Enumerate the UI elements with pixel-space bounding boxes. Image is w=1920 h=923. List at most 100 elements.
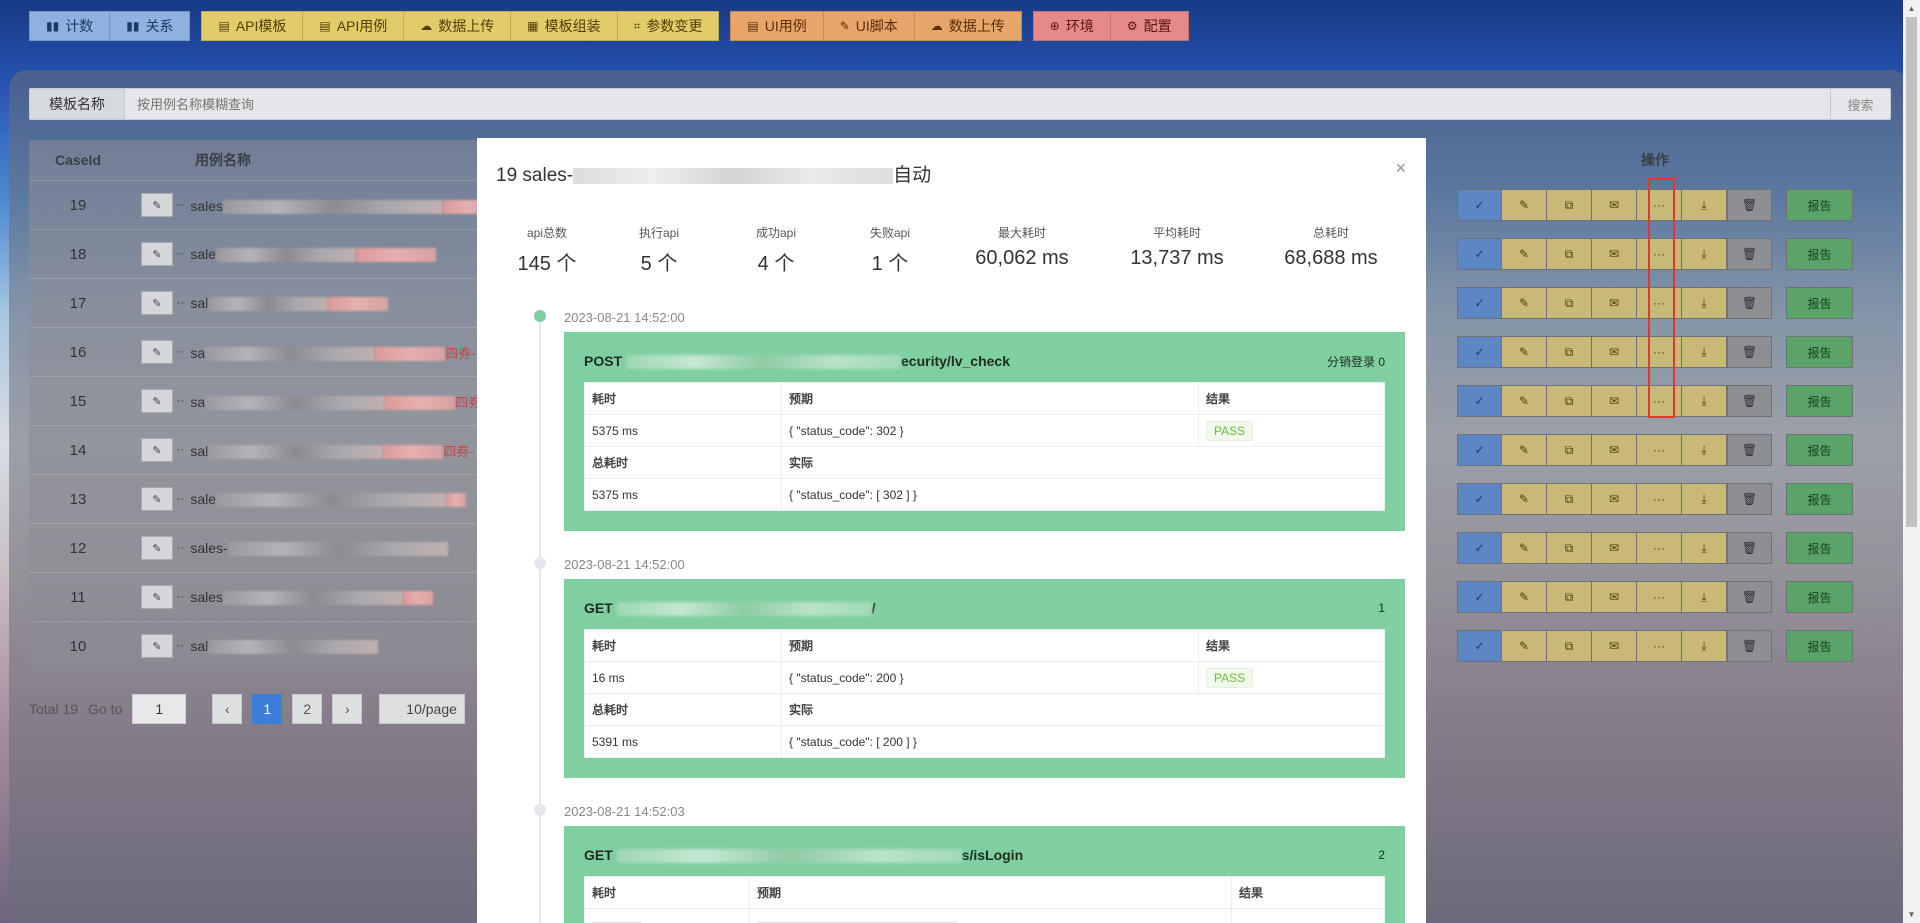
- edit-icon[interactable]: ✎: [141, 585, 173, 609]
- download-icon[interactable]: ⤓: [1682, 385, 1727, 417]
- report-button[interactable]: 报告: [1786, 189, 1853, 221]
- download-icon[interactable]: ⤓: [1682, 336, 1727, 368]
- download-icon[interactable]: ⤓: [1682, 483, 1727, 515]
- check-circle-icon[interactable]: ✓: [1457, 581, 1502, 613]
- report-button[interactable]: 报告: [1786, 385, 1853, 417]
- report-button[interactable]: 报告: [1786, 630, 1853, 662]
- case-name[interactable]: sal: [190, 638, 379, 655]
- copy-icon[interactable]: ⧉: [1547, 483, 1592, 515]
- message-icon[interactable]: ✉: [1592, 483, 1637, 515]
- edit-icon[interactable]: ✎: [1502, 238, 1547, 270]
- edit-icon[interactable]: ✎: [141, 487, 173, 511]
- scroll-down-icon[interactable]: ▼: [1903, 906, 1920, 923]
- more-icon[interactable]: ···: [1637, 434, 1682, 466]
- nav-relation-button[interactable]: ▮▮ 关系: [109, 11, 191, 41]
- check-circle-icon[interactable]: ✓: [1457, 238, 1502, 270]
- message-icon[interactable]: ✉: [1592, 189, 1637, 221]
- edit-icon[interactable]: ✎: [141, 193, 173, 217]
- download-icon[interactable]: ⤓: [1682, 581, 1727, 613]
- check-circle-icon[interactable]: ✓: [1457, 630, 1502, 662]
- delete-icon[interactable]: 🗑: [1727, 630, 1772, 662]
- case-name[interactable]: sa 四券-: [190, 343, 475, 362]
- delete-icon[interactable]: 🗑: [1727, 581, 1772, 613]
- pager-prev-button[interactable]: ‹: [212, 694, 243, 724]
- download-icon[interactable]: ⤓: [1682, 532, 1727, 564]
- message-icon[interactable]: ✉: [1592, 287, 1637, 319]
- check-circle-icon[interactable]: ✓: [1457, 532, 1502, 564]
- case-name[interactable]: sales、CD: [190, 196, 525, 215]
- edit-icon[interactable]: ✎: [1502, 434, 1547, 466]
- delete-icon[interactable]: 🗑: [1727, 238, 1772, 270]
- report-button[interactable]: 报告: [1786, 336, 1853, 368]
- close-icon[interactable]: ×: [1395, 158, 1406, 179]
- message-icon[interactable]: ✉: [1592, 385, 1637, 417]
- edit-icon[interactable]: ✎: [141, 340, 173, 364]
- copy-icon[interactable]: ⧉: [1547, 630, 1592, 662]
- edit-icon[interactable]: ✎: [141, 536, 173, 560]
- edit-icon[interactable]: ✎: [141, 634, 173, 658]
- scroll-thumb[interactable]: [1906, 17, 1917, 527]
- check-circle-icon[interactable]: ✓: [1457, 287, 1502, 319]
- nav-api-case-button[interactable]: ▤ API用例: [302, 11, 404, 41]
- nav-param-change-button[interactable]: ⌗ 参数变更: [616, 11, 720, 41]
- nav-template-assemble-button[interactable]: ▦ 模板组装: [510, 11, 617, 41]
- message-icon[interactable]: ✉: [1592, 434, 1637, 466]
- check-circle-icon[interactable]: ✓: [1457, 483, 1502, 515]
- case-name[interactable]: sale: [190, 491, 467, 508]
- check-circle-icon[interactable]: ✓: [1457, 336, 1502, 368]
- download-icon[interactable]: ⤓: [1682, 630, 1727, 662]
- copy-icon[interactable]: ⧉: [1547, 532, 1592, 564]
- message-icon[interactable]: ✉: [1592, 238, 1637, 270]
- delete-icon[interactable]: 🗑: [1727, 189, 1772, 221]
- pager-size-select[interactable]: 10/page: [379, 694, 466, 724]
- pager-goto-input[interactable]: 1: [132, 694, 187, 724]
- nav-data-upload-button[interactable]: ☁ 数据上传: [403, 11, 511, 41]
- edit-icon[interactable]: ✎: [1502, 336, 1547, 368]
- search-button[interactable]: 搜索: [1830, 89, 1890, 119]
- download-icon[interactable]: ⤓: [1682, 434, 1727, 466]
- copy-icon[interactable]: ⧉: [1547, 385, 1592, 417]
- message-icon[interactable]: ✉: [1592, 581, 1637, 613]
- copy-icon[interactable]: ⧉: [1547, 336, 1592, 368]
- delete-icon[interactable]: 🗑: [1727, 483, 1772, 515]
- delete-icon[interactable]: 🗑: [1727, 336, 1772, 368]
- edit-icon[interactable]: ✎: [141, 438, 173, 462]
- case-name[interactable]: sales-: [190, 540, 448, 557]
- report-button[interactable]: 报告: [1786, 483, 1853, 515]
- edit-icon[interactable]: ✎: [1502, 385, 1547, 417]
- edit-icon[interactable]: ✎: [141, 389, 173, 413]
- edit-icon[interactable]: ✎: [1502, 630, 1547, 662]
- report-button[interactable]: 报告: [1786, 532, 1853, 564]
- report-button[interactable]: 报告: [1786, 581, 1853, 613]
- nav-api-template-button[interactable]: ▤ API模板: [201, 11, 303, 41]
- check-circle-icon[interactable]: ✓: [1457, 385, 1502, 417]
- check-circle-icon[interactable]: ✓: [1457, 189, 1502, 221]
- copy-icon[interactable]: ⧉: [1547, 189, 1592, 221]
- edit-icon[interactable]: ✎: [1502, 532, 1547, 564]
- edit-icon[interactable]: ✎: [1502, 189, 1547, 221]
- case-name[interactable]: sa 四券-: [190, 392, 485, 411]
- download-icon[interactable]: ⤓: [1682, 287, 1727, 319]
- report-button[interactable]: 报告: [1786, 238, 1853, 270]
- edit-icon[interactable]: ✎: [141, 242, 173, 266]
- page-scrollbar[interactable]: ▲ ▼: [1903, 0, 1920, 923]
- download-icon[interactable]: ⤓: [1682, 189, 1727, 221]
- search-input[interactable]: [125, 89, 1830, 119]
- more-icon[interactable]: ···: [1637, 532, 1682, 564]
- case-name[interactable]: sal 四券-: [190, 441, 474, 460]
- download-icon[interactable]: ⤓: [1682, 238, 1727, 270]
- delete-icon[interactable]: 🗑: [1727, 434, 1772, 466]
- edit-icon[interactable]: ✎: [141, 291, 173, 315]
- edit-icon[interactable]: ✎: [1502, 581, 1547, 613]
- pager-page-1[interactable]: 1: [252, 694, 283, 724]
- check-circle-icon[interactable]: ✓: [1457, 434, 1502, 466]
- message-icon[interactable]: ✉: [1592, 336, 1637, 368]
- case-name[interactable]: sal: [190, 295, 389, 312]
- message-icon[interactable]: ✉: [1592, 532, 1637, 564]
- delete-icon[interactable]: 🗑: [1727, 287, 1772, 319]
- delete-icon[interactable]: 🗑: [1727, 532, 1772, 564]
- copy-icon[interactable]: ⧉: [1547, 287, 1592, 319]
- report-button[interactable]: 报告: [1786, 434, 1853, 466]
- pager-next-button[interactable]: ›: [332, 694, 363, 724]
- more-icon[interactable]: ···: [1637, 630, 1682, 662]
